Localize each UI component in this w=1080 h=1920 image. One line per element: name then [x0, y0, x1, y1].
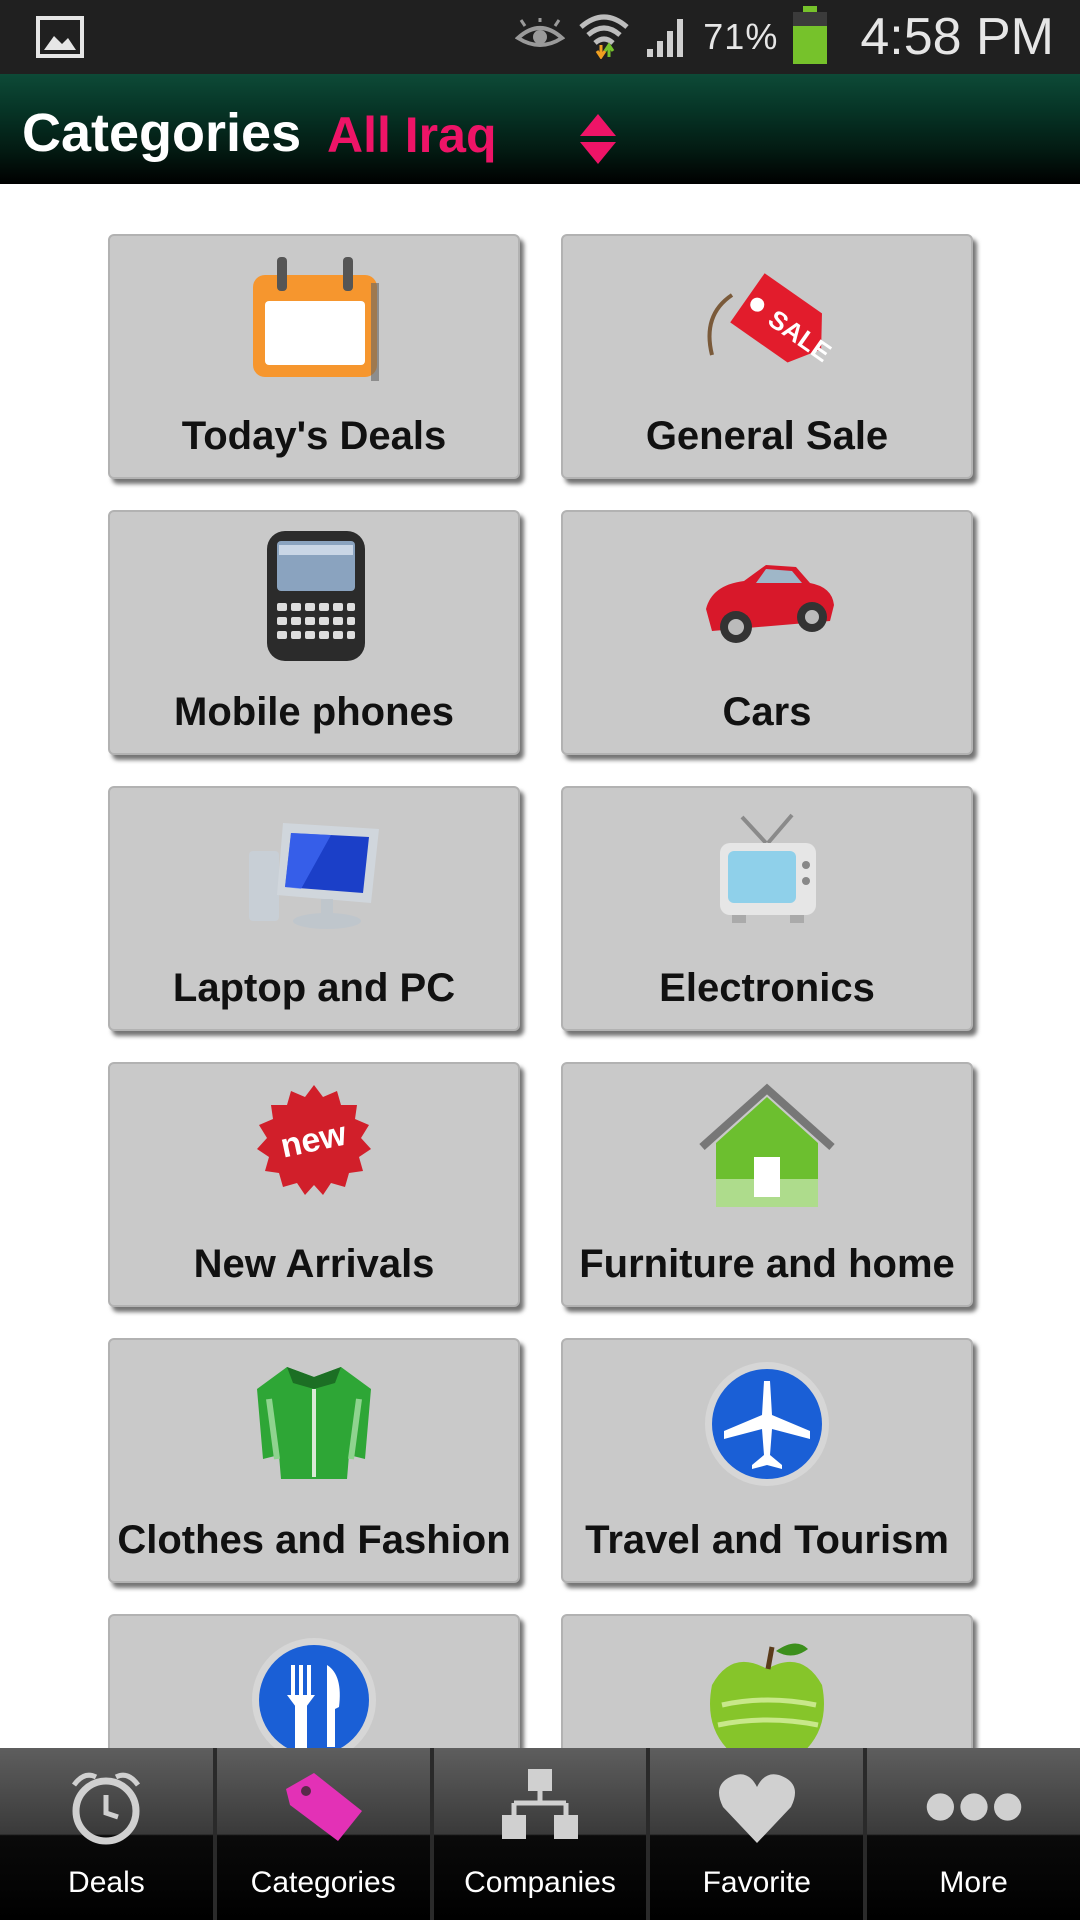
heart-icon: [707, 1762, 807, 1852]
category-food[interactable]: [561, 1614, 973, 1748]
category-clothes-and-fashion[interactable]: Clothes and Fashion: [108, 1338, 520, 1583]
category-todays-deals[interactable]: Today's Deals: [108, 234, 520, 479]
category-general-sale[interactable]: SALE General Sale: [561, 234, 973, 479]
nav-label: Companies: [464, 1866, 616, 1899]
category-electronics[interactable]: Electronics: [561, 786, 973, 1031]
car-icon: [687, 526, 847, 666]
category-label: General Sale: [645, 414, 889, 458]
category-label: Clothes and Fashion: [117, 1518, 511, 1562]
region-selector[interactable]: All Iraq: [327, 106, 496, 164]
category-label: Electronics: [659, 966, 875, 1010]
category-label: Travel and Tourism: [585, 1518, 949, 1562]
status-bar: 71% 4:58 PM: [0, 0, 1080, 74]
category-grid: Today's Deals SALE General Sale Mobile p…: [0, 184, 1080, 1748]
nav-label: Categories: [250, 1866, 396, 1899]
wifi-icon: [579, 11, 629, 64]
category-label: Furniture and home: [579, 1242, 955, 1286]
apple-icon: [687, 1630, 847, 1748]
app-header: Categories All Iraq: [0, 74, 1080, 184]
nav-deals[interactable]: Deals: [0, 1748, 217, 1920]
nav-more[interactable]: More: [867, 1748, 1080, 1920]
battery-percent: 71%: [703, 16, 779, 57]
gallery-notification-icon: [36, 16, 84, 63]
nav-favorite[interactable]: Favorite: [650, 1748, 868, 1920]
new-badge-icon: new: [234, 1078, 394, 1218]
house-icon: [687, 1078, 847, 1218]
category-label: Today's Deals: [181, 414, 447, 458]
nav-label: Deals: [68, 1866, 145, 1899]
nav-companies[interactable]: Companies: [433, 1748, 651, 1920]
clock: 4:58 PM: [860, 8, 1054, 66]
category-label: New Arrivals: [193, 1242, 435, 1286]
region-dropdown-arrows-icon[interactable]: [578, 112, 618, 166]
sale-tag-icon: SALE: [687, 250, 847, 390]
category-cars[interactable]: Cars: [561, 510, 973, 755]
tag-icon: [273, 1762, 373, 1852]
category-mobile-phones[interactable]: Mobile phones: [108, 510, 520, 755]
eye-icon: [514, 15, 566, 57]
mobile-phone-icon: [234, 526, 394, 666]
category-label: Cars: [722, 690, 812, 734]
airplane-icon: [687, 1354, 847, 1494]
category-new-arrivals[interactable]: new New Arrivals: [108, 1062, 520, 1307]
category-label: Laptop and PC: [172, 966, 456, 1010]
alarm-clock-icon: [56, 1762, 156, 1852]
nav-label: More: [939, 1866, 1008, 1899]
more-dots-icon: [924, 1762, 1024, 1852]
tv-icon: [687, 802, 847, 942]
signal-icon: [643, 13, 689, 62]
shirt-icon: [234, 1354, 394, 1494]
nav-label: Favorite: [702, 1866, 811, 1899]
computer-icon: [234, 802, 394, 942]
fork-knife-icon: [234, 1630, 394, 1748]
nav-categories[interactable]: Categories: [216, 1748, 434, 1920]
page-title: Categories: [22, 103, 302, 163]
calendar-icon: [234, 250, 394, 390]
battery-icon: [792, 5, 828, 69]
category-furniture-and-home[interactable]: Furniture and home: [561, 1062, 973, 1307]
org-chart-icon: [490, 1762, 590, 1852]
category-laptop-and-pc[interactable]: Laptop and PC: [108, 786, 520, 1031]
category-label: Mobile phones: [174, 690, 454, 734]
category-travel-and-tourism[interactable]: Travel and Tourism: [561, 1338, 973, 1583]
category-restaurants[interactable]: [108, 1614, 520, 1748]
bottom-navigation: Deals Categories Companies Favorite More: [0, 1748, 1080, 1920]
